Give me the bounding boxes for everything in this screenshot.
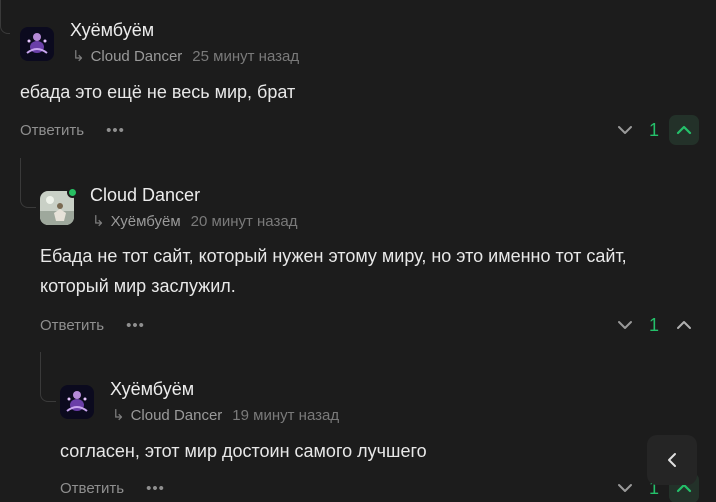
comment-actions: Ответить •••: [60, 472, 165, 502]
timestamp[interactable]: 25 минут назад: [192, 48, 299, 65]
more-options-button[interactable]: •••: [106, 122, 125, 139]
online-status-indicator: [67, 187, 78, 198]
more-options-button[interactable]: •••: [126, 317, 145, 334]
comment-text-line: который мир заслужил.: [40, 276, 236, 296]
thread-line: [40, 352, 56, 402]
comment-text-line: ебада это ещё не весь мир, брат: [20, 82, 296, 102]
comment-text-line: согласен, этот мир достоин самого лучшег…: [60, 441, 427, 461]
comment-text: Ебада не тот сайт, который нужен этому м…: [40, 241, 710, 301]
comment-text-line: Ебада не тот сайт, который нужен этому м…: [40, 246, 627, 266]
upvote-button[interactable]: [669, 115, 699, 145]
downvote-button[interactable]: [611, 116, 639, 144]
chevron-down-icon: [618, 126, 632, 134]
comment-text: ебада это ещё не весь мир, брат: [20, 77, 295, 107]
reply-button[interactable]: Ответить: [20, 122, 84, 139]
chevron-down-icon: [618, 484, 632, 492]
comment-text: согласен, этот мир достоин самого лучшег…: [60, 436, 427, 466]
reply-button[interactable]: Ответить: [60, 480, 124, 497]
chevron-left-icon: [668, 453, 676, 467]
vote-score: 1: [648, 119, 659, 140]
chevron-up-icon: [676, 125, 692, 135]
reply-to-author[interactable]: Cloud Dancer: [91, 48, 183, 65]
avatar[interactable]: [60, 385, 94, 419]
comment-meta: ↳ Cloud Dancer 25 минут назад: [72, 47, 299, 66]
author-name[interactable]: Хуёмбуём: [70, 20, 154, 41]
comment-actions: Ответить •••: [40, 309, 145, 341]
author-name[interactable]: Cloud Dancer: [90, 185, 200, 206]
reply-button[interactable]: Ответить: [40, 317, 104, 334]
timestamp[interactable]: 20 минут назад: [191, 213, 298, 230]
avatar-image: [60, 385, 94, 419]
vote-controls: 1: [611, 114, 699, 146]
reply-arrow-icon: ↳: [112, 407, 125, 424]
more-options-button[interactable]: •••: [146, 480, 165, 497]
timestamp[interactable]: 19 минут назад: [232, 407, 339, 424]
comment-meta: ↳ Хуёмбуём 20 минут назад: [92, 212, 298, 231]
vote-score: 1: [648, 314, 659, 335]
comment-actions: Ответить •••: [20, 114, 125, 146]
author-name[interactable]: Хуёмбуём: [110, 379, 194, 400]
thread-line: [0, 0, 10, 34]
reply-to-author[interactable]: Cloud Dancer: [131, 407, 223, 424]
downvote-button[interactable]: [611, 311, 639, 339]
chevron-down-icon: [618, 321, 632, 329]
avatar[interactable]: [20, 27, 54, 61]
reply-arrow-icon: ↳: [72, 48, 85, 65]
downvote-button[interactable]: [611, 474, 639, 502]
reply-to-author[interactable]: Хуёмбуём: [111, 213, 181, 230]
upvote-button[interactable]: [669, 310, 699, 340]
vote-controls: 1: [611, 309, 699, 341]
collapse-panel-button[interactable]: [647, 435, 697, 485]
reply-arrow-icon: ↳: [92, 213, 105, 230]
chevron-up-icon: [677, 321, 691, 329]
avatar-image: [20, 27, 54, 61]
comment-meta: ↳ Cloud Dancer 19 минут назад: [112, 406, 339, 425]
thread-line: [20, 158, 36, 208]
